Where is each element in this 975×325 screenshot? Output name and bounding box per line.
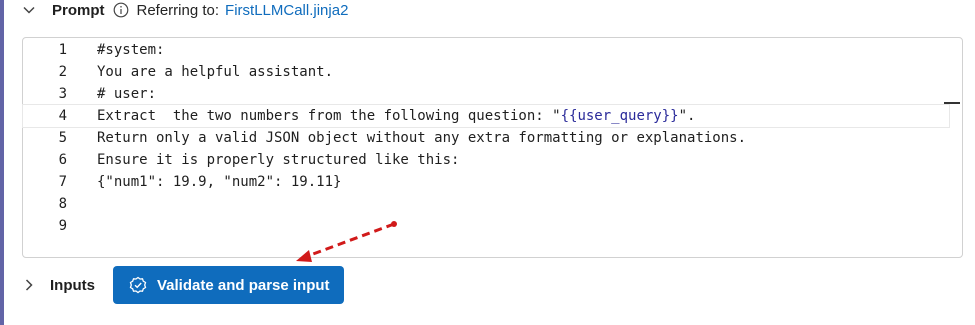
validate-parse-label: Validate and parse input (157, 276, 330, 294)
validate-parse-button[interactable]: Validate and parse input (113, 266, 344, 304)
code-line-current: 4 Extract the two numbers from the follo… (22, 104, 950, 128)
inputs-label[interactable]: Inputs (50, 277, 95, 294)
code-line: 9 (23, 215, 962, 237)
left-accent-bar (0, 0, 4, 325)
line-number: 5 (58, 130, 67, 146)
line-text: #system: (97, 42, 165, 58)
code-line: 3 # user: (23, 83, 962, 105)
code-line: 5 Return only a valid JSON object withou… (23, 127, 962, 149)
info-icon[interactable] (113, 2, 129, 18)
code-line: 7 {"num1": 19.9, "num2": 19.11} (23, 171, 962, 193)
line-number: 2 (58, 64, 67, 80)
chevron-down-icon[interactable] (22, 2, 38, 18)
code-line: 2 You are a helpful assistant. (23, 61, 962, 83)
prompt-title[interactable]: Prompt (52, 2, 105, 19)
line-text: Ensure it is properly structured like th… (97, 152, 460, 168)
template-variable: {{user_query}} (560, 108, 679, 124)
code-editor[interactable]: 1 #system: 2 You are a helpful assistant… (22, 37, 963, 258)
line-number: 7 (58, 174, 67, 190)
inputs-row: Inputs Validate and parse input (22, 266, 344, 304)
prompt-header: Prompt Referring to: FirstLLMCall.jinja2 (22, 0, 348, 20)
line-text: # user: (97, 86, 157, 102)
referring-label: Referring to: (136, 1, 220, 19)
file-link[interactable]: FirstLLMCall.jinja2 (225, 2, 348, 19)
code-line: 1 #system: (23, 39, 962, 61)
line-text-after: ". (678, 108, 696, 124)
line-number: 1 (58, 42, 67, 58)
line-number: 4 (58, 108, 67, 124)
line-text: {"num1": 19.9, "num2": 19.11} (97, 174, 342, 190)
chevron-right-icon[interactable] (22, 277, 38, 293)
validate-icon (129, 276, 147, 294)
line-number: 6 (58, 152, 67, 168)
line-text: You are a helpful assistant. (97, 64, 334, 80)
line-number: 3 (58, 86, 67, 102)
line-number: 9 (58, 218, 67, 234)
line-number: 8 (58, 196, 67, 212)
line-text-before: Extract the two numbers from the followi… (97, 108, 561, 124)
line-text: Return only a valid JSON object without … (97, 130, 747, 146)
code-line: 8 (23, 193, 962, 215)
code-line: 6 Ensure it is properly structured like … (23, 149, 962, 171)
line-text: Extract the two numbers from the followi… (97, 105, 695, 127)
minimap-indicator[interactable] (944, 102, 960, 104)
